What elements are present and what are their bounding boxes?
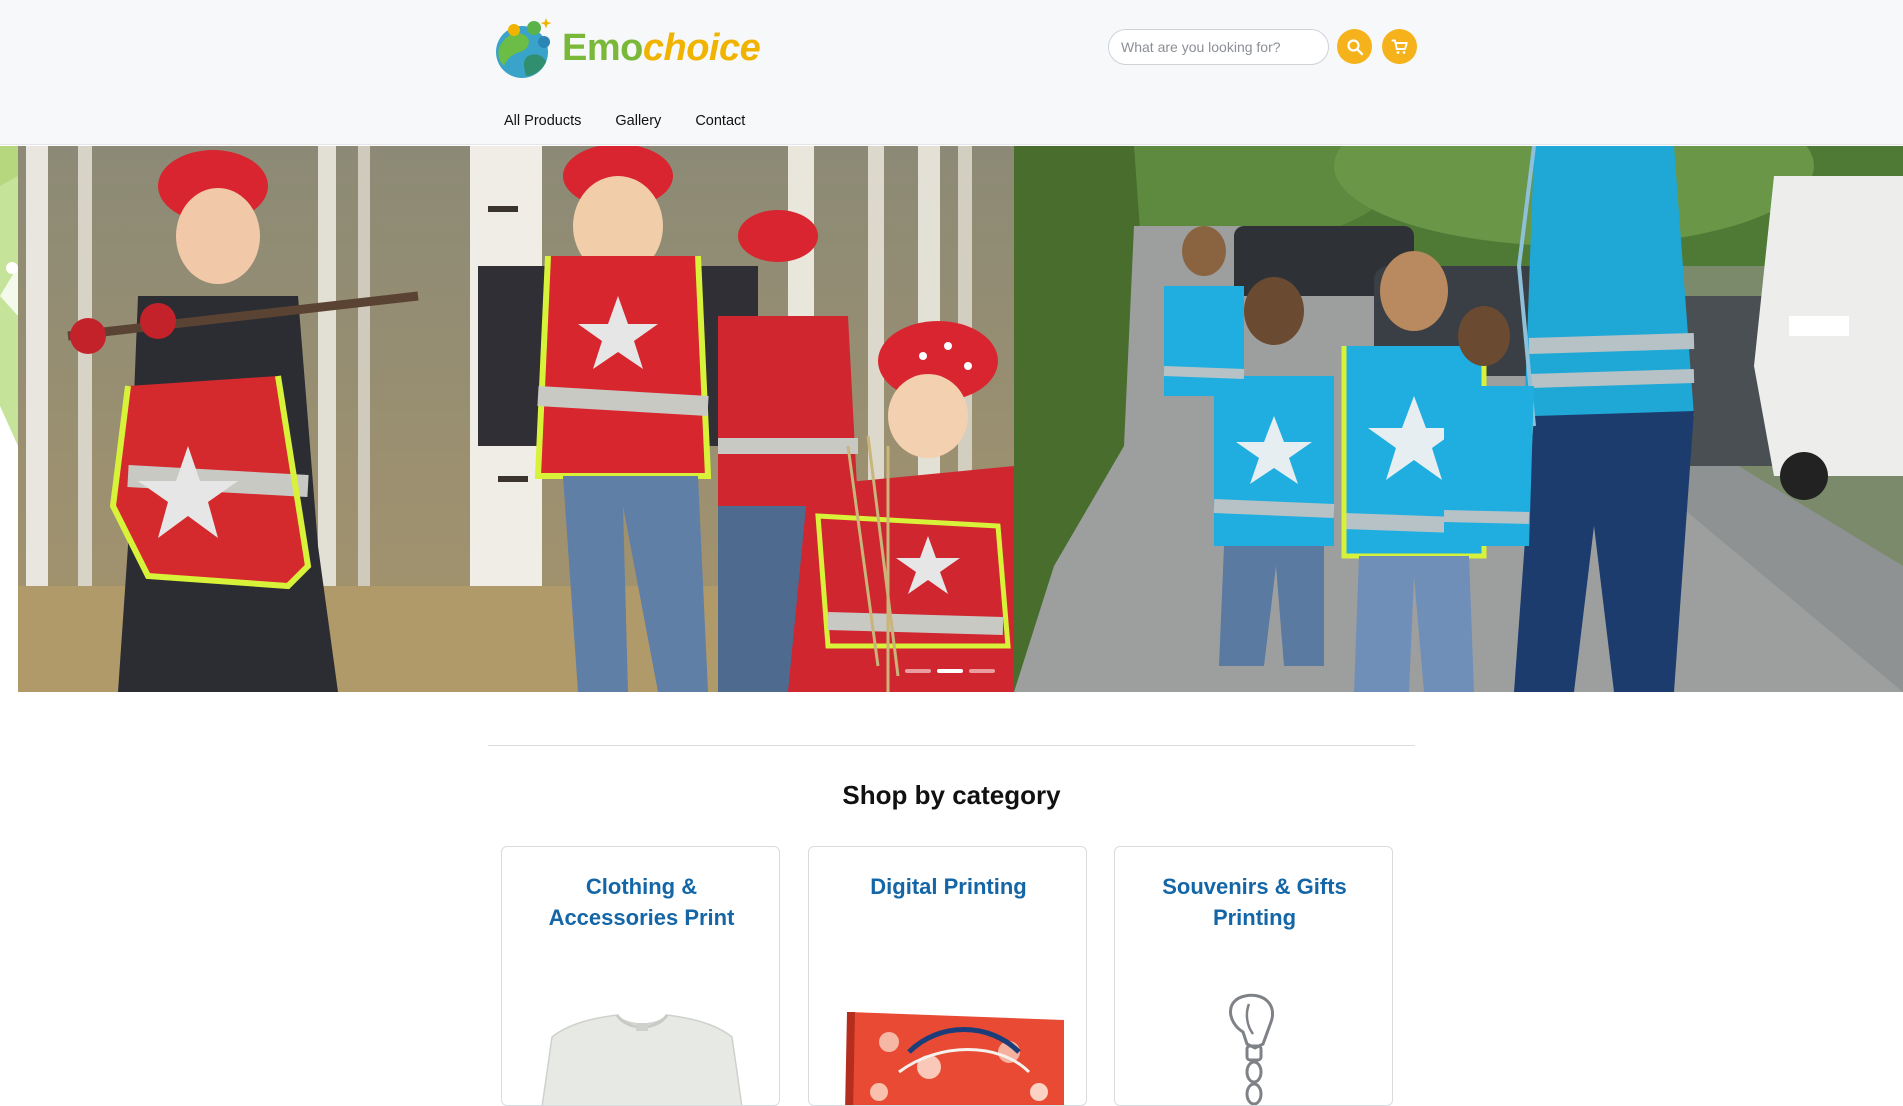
search-icon xyxy=(1346,38,1363,55)
brand-name: Emochoice xyxy=(562,27,761,69)
hero-image-red-vests xyxy=(18,146,1014,692)
category-title-digital-printing[interactable]: Digital Printing xyxy=(829,871,1068,902)
cart-icon xyxy=(1391,39,1408,54)
search-button[interactable] xyxy=(1337,29,1372,64)
search-input[interactable] xyxy=(1108,29,1329,65)
brand-logo[interactable]: Emochoice xyxy=(492,14,761,82)
section-title: Shop by category xyxy=(842,780,1061,810)
category-title-souvenirs[interactable]: Souvenirs & Gifts Printing xyxy=(1135,871,1374,933)
hero-carousel[interactable] xyxy=(18,146,1903,692)
category-card-souvenirs[interactable]: Souvenirs & Gifts Printing xyxy=(1114,846,1393,1106)
brand-name-part2: choice xyxy=(642,27,761,69)
hero-previous-slide-edge xyxy=(0,146,18,692)
carousel-indicators xyxy=(905,669,995,673)
category-title-clothing[interactable]: Clothing & Accessories Print xyxy=(522,871,761,933)
category-card-digital-printing[interactable]: Digital Printing xyxy=(808,846,1087,1106)
site-header: Emochoice All Products Gallery Contact xyxy=(0,0,1903,145)
section-divider xyxy=(488,745,1415,746)
keychain-clip-image xyxy=(1229,993,1274,1105)
nav-gallery[interactable]: Gallery xyxy=(603,110,673,132)
carousel-dot-1[interactable] xyxy=(905,669,931,673)
main-nav: All Products Gallery Contact xyxy=(492,110,767,132)
tshirt-image xyxy=(541,1014,743,1105)
carousel-dot-3[interactable] xyxy=(969,669,995,673)
category-card-clothing[interactable]: Clothing & Accessories Print xyxy=(501,846,780,1106)
carousel-dot-2-active[interactable] xyxy=(937,669,963,673)
nav-contact[interactable]: Contact xyxy=(683,110,757,132)
nav-all-products[interactable]: All Products xyxy=(492,110,593,132)
cart-button[interactable] xyxy=(1382,29,1417,64)
brand-name-part1: Emo xyxy=(562,27,643,69)
globe-logo-icon xyxy=(496,18,552,78)
hero-image-blue-vests xyxy=(1014,146,1903,692)
canvas-print-image xyxy=(845,1012,1064,1105)
